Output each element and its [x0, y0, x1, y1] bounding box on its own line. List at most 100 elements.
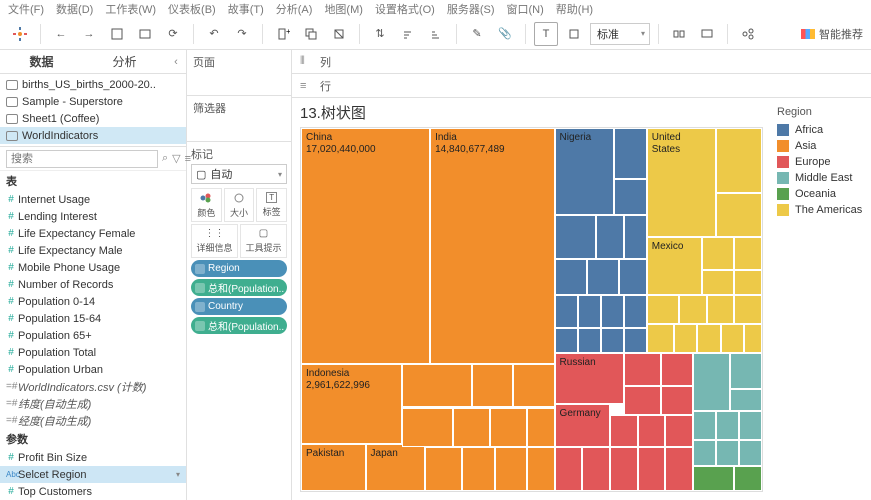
treemap-cell[interactable] — [601, 328, 624, 353]
treemap-cell[interactable] — [527, 408, 555, 448]
share-button[interactable] — [736, 22, 760, 46]
treemap-cell[interactable] — [647, 324, 675, 353]
treemap-cell[interactable] — [702, 237, 734, 270]
field-item[interactable]: =#纬度(自动生成) — [0, 395, 186, 412]
collapse-sidebar-icon[interactable]: ‹ — [166, 50, 186, 73]
shelf-pill[interactable]: 总和(Population.. — [191, 279, 287, 296]
treemap-cell[interactable] — [582, 447, 610, 491]
refresh-button[interactable]: ⟳ — [161, 22, 185, 46]
labels-button[interactable]: T — [534, 22, 558, 46]
treemap-cell[interactable] — [679, 295, 707, 324]
treemap-cell[interactable] — [624, 295, 647, 328]
treemap-cell[interactable]: Pakistan — [301, 444, 366, 491]
treemap-cell[interactable] — [624, 215, 647, 259]
field-item[interactable]: #Life Expectancy Male — [0, 242, 186, 259]
treemap-cell[interactable] — [661, 353, 693, 386]
mark-tooltip[interactable]: ▢工具提示 — [240, 224, 287, 258]
treemap-cell[interactable]: UnitedStates — [647, 128, 716, 237]
treemap-cell[interactable] — [716, 128, 762, 193]
treemap[interactable]: China17,020,440,000India14,840,677,489In… — [300, 127, 763, 492]
field-item[interactable]: #Population 0-14 — [0, 293, 186, 310]
filters-shelf[interactable]: 筛选器 — [187, 96, 291, 142]
treemap-cell[interactable] — [513, 364, 554, 408]
search-icon[interactable]: ⌕ — [162, 152, 168, 165]
save-button[interactable] — [105, 22, 129, 46]
treemap-cell[interactable] — [527, 447, 555, 491]
new-worksheet-button[interactable]: + — [271, 22, 295, 46]
param-item[interactable]: #Profit Bin Size — [0, 449, 186, 466]
treemap-cell[interactable] — [425, 447, 462, 491]
field-item[interactable]: #Number of Records — [0, 276, 186, 293]
treemap-cell[interactable] — [739, 411, 762, 440]
treemap-cell[interactable] — [578, 328, 601, 353]
legend-item[interactable]: Asia — [777, 138, 865, 154]
field-item[interactable]: #Population 15-64 — [0, 310, 186, 327]
treemap-cell[interactable]: Russian — [555, 353, 624, 404]
menu-item[interactable]: 窗口(N) — [507, 1, 544, 17]
treemap-cell[interactable]: Nigeria — [555, 128, 615, 215]
treemap-cell[interactable] — [730, 389, 762, 411]
datasource-item[interactable]: Sample - Superstore — [0, 93, 186, 110]
treemap-cell[interactable] — [697, 324, 720, 353]
mark-type-select[interactable]: ▢自动 — [191, 164, 287, 184]
menu-item[interactable]: 工作表(W) — [105, 1, 156, 17]
field-item[interactable]: #Population Total — [0, 344, 186, 361]
legend-item[interactable]: Middle East — [777, 170, 865, 186]
treemap-cell[interactable] — [744, 324, 762, 353]
treemap-cell[interactable] — [555, 215, 596, 259]
treemap-cell[interactable] — [555, 447, 583, 491]
shelf-pill[interactable]: 总和(Population.. — [191, 317, 287, 334]
presentation-button[interactable] — [695, 22, 719, 46]
treemap-cell[interactable] — [462, 447, 494, 491]
fit-select[interactable]: 标准 — [590, 23, 650, 45]
sort-asc-button[interactable] — [396, 22, 420, 46]
treemap-cell[interactable] — [402, 364, 471, 408]
treemap-cell[interactable] — [610, 447, 638, 491]
treemap-cell[interactable] — [674, 324, 697, 353]
param-item[interactable]: #Top Customers — [0, 483, 186, 500]
treemap-cell[interactable] — [638, 415, 666, 448]
treemap-cell[interactable] — [638, 447, 666, 491]
tab-analysis[interactable]: 分析 — [83, 50, 166, 73]
legend-item[interactable]: Oceania — [777, 186, 865, 202]
treemap-cell[interactable] — [596, 215, 624, 259]
menu-item[interactable]: 分析(A) — [276, 1, 313, 17]
treemap-cell[interactable] — [716, 440, 739, 465]
treemap-cell[interactable]: Germany — [555, 404, 610, 448]
redo-button[interactable]: ↷ — [230, 22, 254, 46]
treemap-cell[interactable] — [693, 466, 734, 491]
rows-shelf[interactable]: ≡行 — [292, 74, 871, 98]
treemap-cell[interactable] — [555, 328, 578, 353]
treemap-cell[interactable] — [624, 353, 661, 386]
treemap-cell[interactable] — [734, 237, 762, 270]
back-button[interactable]: ← — [49, 22, 73, 46]
treemap-cell[interactable] — [734, 295, 762, 324]
format-button[interactable] — [562, 22, 586, 46]
treemap-cell[interactable] — [730, 353, 762, 389]
treemap-cell[interactable] — [734, 466, 762, 491]
treemap-cell[interactable]: India14,840,677,489 — [430, 128, 554, 364]
field-item[interactable]: #Population Urban — [0, 361, 186, 378]
field-item[interactable]: #Life Expectancy Female — [0, 225, 186, 242]
datasource-item[interactable]: births_US_births_2000-20.. — [0, 76, 186, 93]
show-cards-button[interactable] — [667, 22, 691, 46]
treemap-cell[interactable] — [739, 440, 762, 465]
undo-button[interactable]: ↶ — [202, 22, 226, 46]
treemap-cell[interactable] — [721, 324, 744, 353]
treemap-cell[interactable] — [624, 386, 661, 415]
field-item[interactable]: =#WorldIndicators.csv (计数) — [0, 378, 186, 395]
datasource-item[interactable]: Sheet1 (Coffee) — [0, 110, 186, 127]
legend-item[interactable]: The Americas — [777, 202, 865, 218]
treemap-cell[interactable] — [453, 408, 490, 448]
treemap-cell[interactable] — [693, 440, 716, 465]
datasource-item[interactable]: WorldIndicators — [0, 127, 186, 144]
logo-icon[interactable] — [8, 22, 32, 46]
treemap-cell[interactable] — [619, 259, 647, 295]
menu-item[interactable]: 帮助(H) — [556, 1, 593, 17]
treemap-cell[interactable] — [647, 295, 679, 324]
param-item[interactable]: AbcSelcet Region▾ — [0, 466, 186, 483]
sort-desc-button[interactable] — [424, 22, 448, 46]
treemap-cell[interactable]: Japan — [366, 444, 426, 491]
field-item[interactable]: #Lending Interest — [0, 208, 186, 225]
tab-data[interactable]: 数据 — [0, 50, 83, 73]
